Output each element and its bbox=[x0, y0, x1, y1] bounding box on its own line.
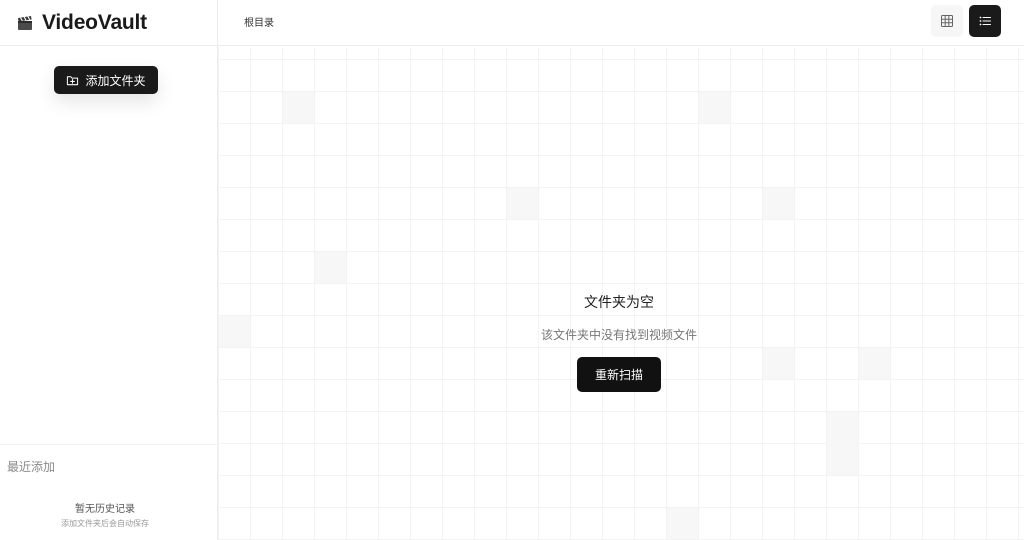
empty-state-subtitle: 该文件夹中没有找到视频文件 bbox=[540, 328, 697, 342]
clapperboard-icon bbox=[16, 14, 34, 32]
empty-state-title: 文件夹为空 bbox=[584, 295, 654, 311]
grid-cell-decor bbox=[859, 348, 890, 379]
grid-cell-decor bbox=[763, 188, 794, 219]
grid-cell-decor bbox=[699, 92, 730, 123]
grid-cell-decor bbox=[283, 92, 314, 123]
add-folder-button[interactable]: 添加文件夹 bbox=[54, 66, 158, 94]
folder-plus-icon bbox=[66, 74, 79, 87]
history-hint-text: 添加文件夹后会自动保存 bbox=[61, 519, 149, 528]
grid-view-icon bbox=[940, 14, 954, 28]
list-view-button[interactable] bbox=[969, 5, 1001, 37]
brand: VideoVault bbox=[0, 0, 217, 46]
rescan-button[interactable]: 重新扫描 bbox=[577, 357, 661, 392]
grid-cell-decor bbox=[315, 252, 346, 283]
grid-cell-decor bbox=[507, 188, 538, 219]
top-bar: 根目录 bbox=[218, 0, 1024, 46]
grid-cell-decor bbox=[667, 508, 698, 539]
main-content: 文件夹为空 该文件夹中没有找到视频文件 重新扫描 bbox=[218, 47, 1024, 540]
grid-cell-decor bbox=[827, 412, 858, 475]
grid-view-button[interactable] bbox=[931, 5, 963, 37]
grid-cell-decor bbox=[763, 348, 794, 379]
recent-section-title: 最近添加 bbox=[7, 460, 56, 474]
add-folder-label: 添加文件夹 bbox=[85, 73, 146, 88]
app-title: VideoVault bbox=[42, 10, 147, 34]
sidebar-divider bbox=[0, 444, 217, 445]
breadcrumb[interactable]: 根目录 bbox=[244, 14, 274, 29]
list-view-icon bbox=[978, 14, 992, 28]
app-window: VideoVault 添加文件夹 最近添加 暂无历史记录 添加文件夹后会自动保存… bbox=[0, 0, 1024, 540]
sidebar: VideoVault 添加文件夹 最近添加 暂无历史记录 添加文件夹后会自动保存 bbox=[0, 0, 218, 540]
history-empty-text: 暂无历史记录 bbox=[75, 504, 135, 515]
